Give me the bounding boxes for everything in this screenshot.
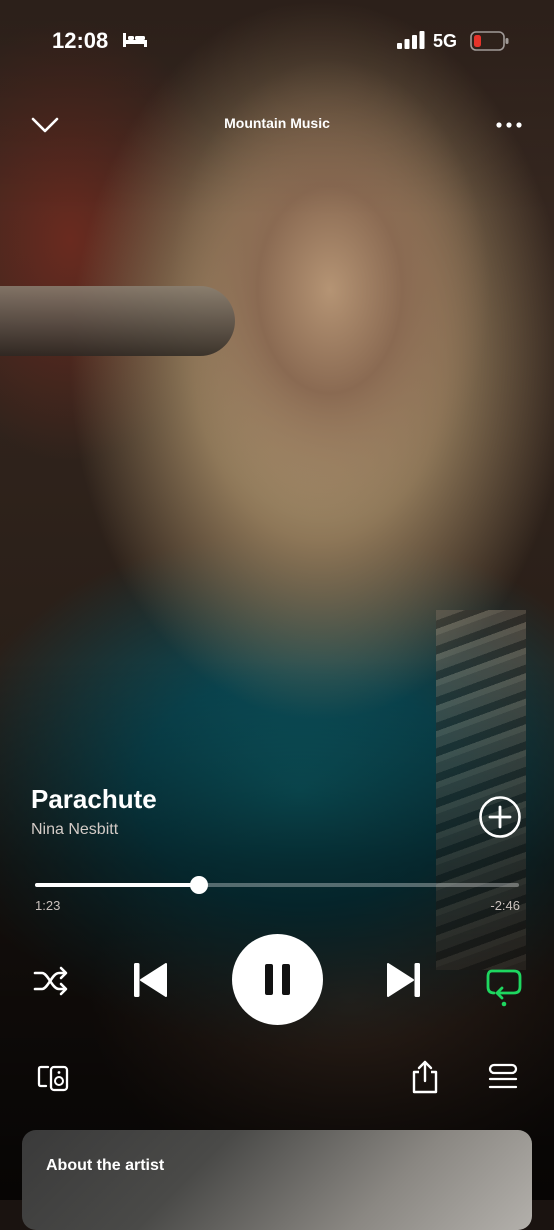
time-elapsed: 1:23: [35, 898, 61, 913]
bed-icon: [123, 33, 147, 47]
devices-icon[interactable]: [37, 1063, 71, 1093]
about-artist-card[interactable]: About the artist: [22, 1130, 532, 1230]
song-title[interactable]: Parachute: [31, 784, 157, 815]
artist-name[interactable]: Nina Nesbitt: [31, 821, 118, 839]
signal-icon: [397, 31, 425, 49]
play-pause-button[interactable]: [232, 934, 323, 1025]
repeat-icon[interactable]: [484, 961, 524, 1007]
share-icon[interactable]: [408, 1059, 442, 1095]
playlist-title: Mountain Music: [224, 115, 330, 131]
progress-bar[interactable]: [35, 876, 519, 894]
more-icon[interactable]: [494, 112, 524, 138]
status-time: 12:08: [52, 28, 109, 53]
about-artist-title: About the artist: [46, 1157, 165, 1174]
previous-icon[interactable]: [130, 959, 172, 1001]
status-bar: 12:08 5G: [0, 0, 554, 84]
network-type: 5G: [433, 31, 458, 51]
progress-fill: [35, 883, 200, 887]
queue-icon[interactable]: [485, 1062, 521, 1092]
add-circle-icon[interactable]: [478, 795, 522, 839]
pause-icon: [265, 964, 290, 995]
time-remaining: -2:46: [490, 898, 520, 913]
next-icon[interactable]: [382, 959, 424, 1001]
shuffle-icon[interactable]: [32, 963, 70, 999]
progress-knob[interactable]: [190, 876, 209, 894]
battery-low-icon: [470, 31, 509, 51]
